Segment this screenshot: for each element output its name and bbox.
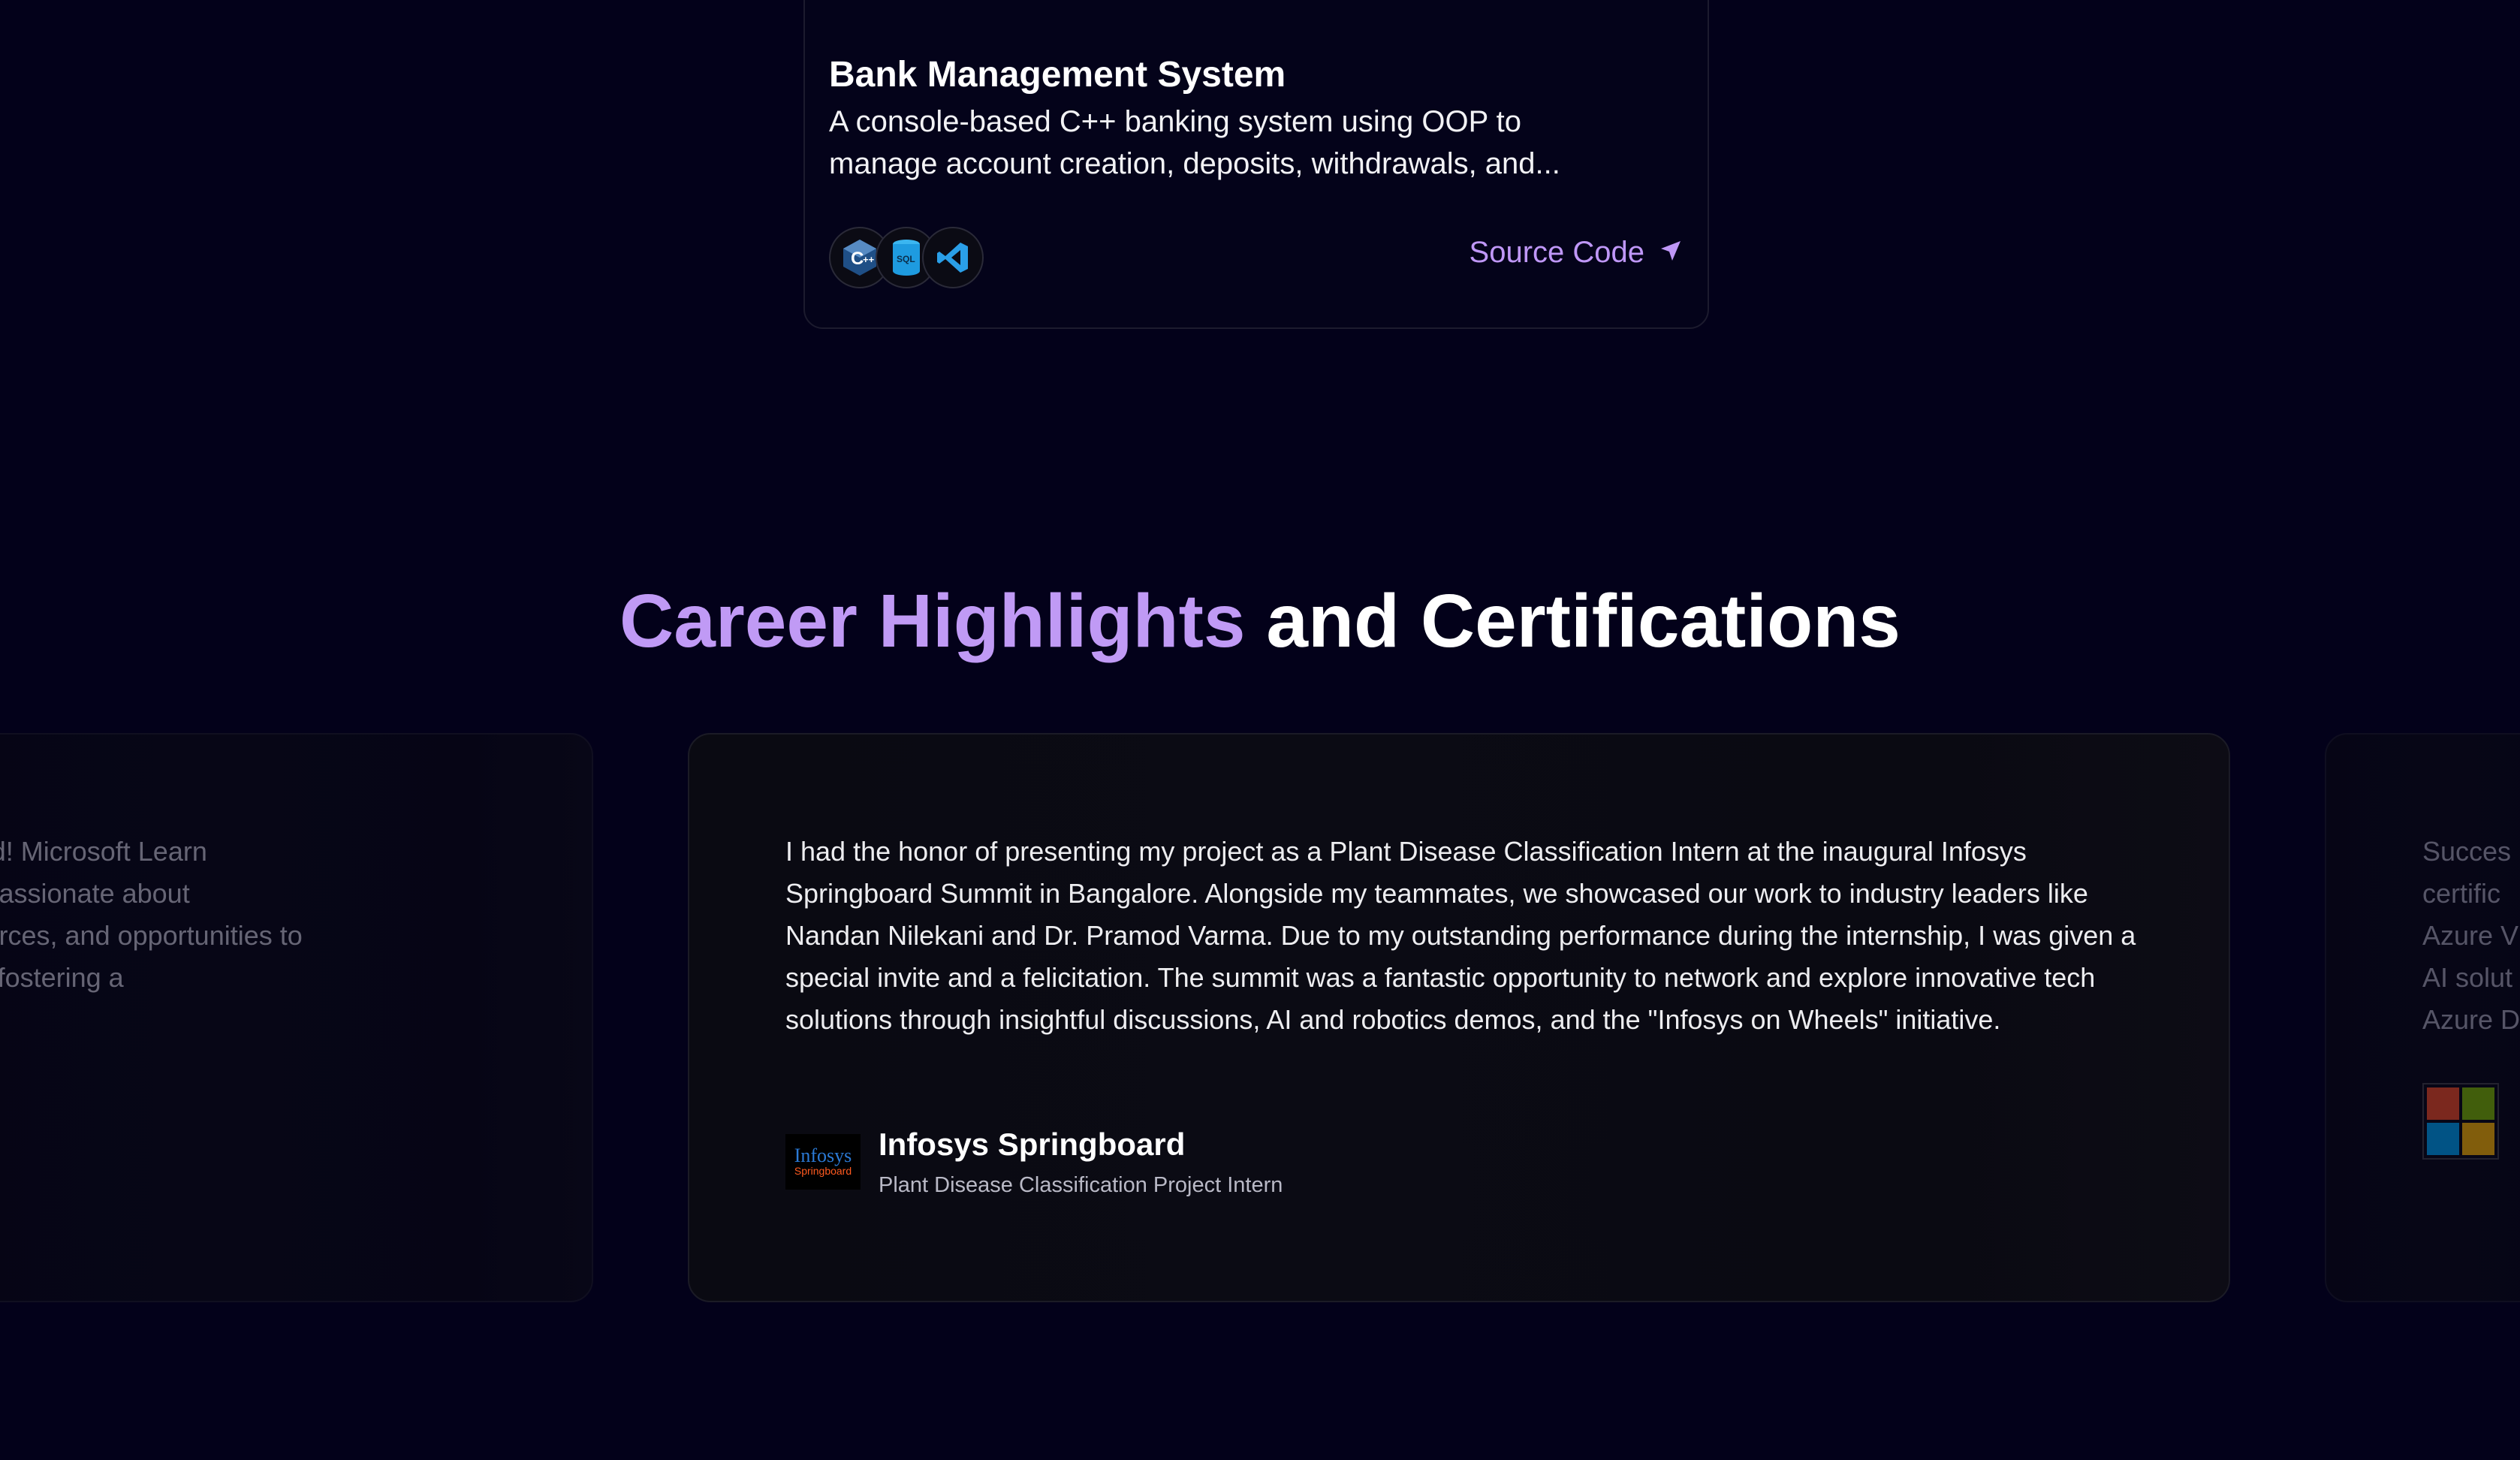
source-code-link[interactable]: Source Code [1469,236,1682,270]
tech-stack-icons: C ++ SQL [829,227,994,288]
highlight-text-line: certific [2422,878,2501,909]
highlight-text-line: AI solut [2422,962,2513,993]
highlight-text-line: work on real-world tech projects. We're … [0,962,124,993]
highlight-card-previous[interactable]: Microsoft Learn Student Ambassador at II… [0,733,593,1302]
vscode-icon [922,227,984,288]
source-code-label: Source Code [1469,236,1644,269]
project-card: Bank Management System A console-based C… [803,0,1709,329]
author-role: Plant Disease Classification Project Int… [879,1173,1283,1197]
svg-text:SQL: SQL [897,254,915,264]
highlight-text-line: Student Ambassadors are student leaders … [0,878,190,909]
arrow-up-right-icon [1659,236,1682,270]
highlight-card-next[interactable]: Succes certific Azure V AI solut Azure D [2325,733,2520,1302]
svg-text:C: C [851,249,864,269]
highlight-text-line: Succes [2422,836,2512,867]
highlight-text-line: Azure D [2422,1004,2520,1035]
page: Bank Management System A console-based C… [0,0,2520,1460]
highlight-text: I had the honor of presenting my project… [785,836,2136,1035]
highlight-text-line: technology and help their peers gain the… [0,920,303,951]
highlight-text-line: Microsoft Learn Student Ambassador at II… [0,836,207,867]
author-details: Infosys Springboard Plant Disease Classi… [879,1127,1283,1198]
microsoft-logo-icon [2422,1083,2499,1160]
svg-text:++: ++ [863,254,875,265]
section-title-accent: Career Highlights [619,579,1246,663]
highlight-text-line: Azure V [2422,920,2519,951]
project-title: Bank Management System [829,55,1286,95]
highlight-text: Succes certific Azure V AI solut Azure D [2422,831,2520,1041]
section-title: Career Highlights and Certifications [0,578,2520,665]
project-description: A console-based C++ banking system using… [829,105,1560,180]
section-title-rest: and Certifications [1266,579,1901,663]
highlight-card-active[interactable]: I had the honor of presenting my project… [688,733,2230,1302]
highlight-text: Microsoft Learn Student Ambassador at II… [0,831,496,999]
author-name: Infosys Springboard [879,1127,1186,1162]
highlight-author: Infosys Springboard Infosys Springboard … [785,1127,1283,1198]
infosys-springboard-logo: Infosys Springboard [785,1134,861,1190]
